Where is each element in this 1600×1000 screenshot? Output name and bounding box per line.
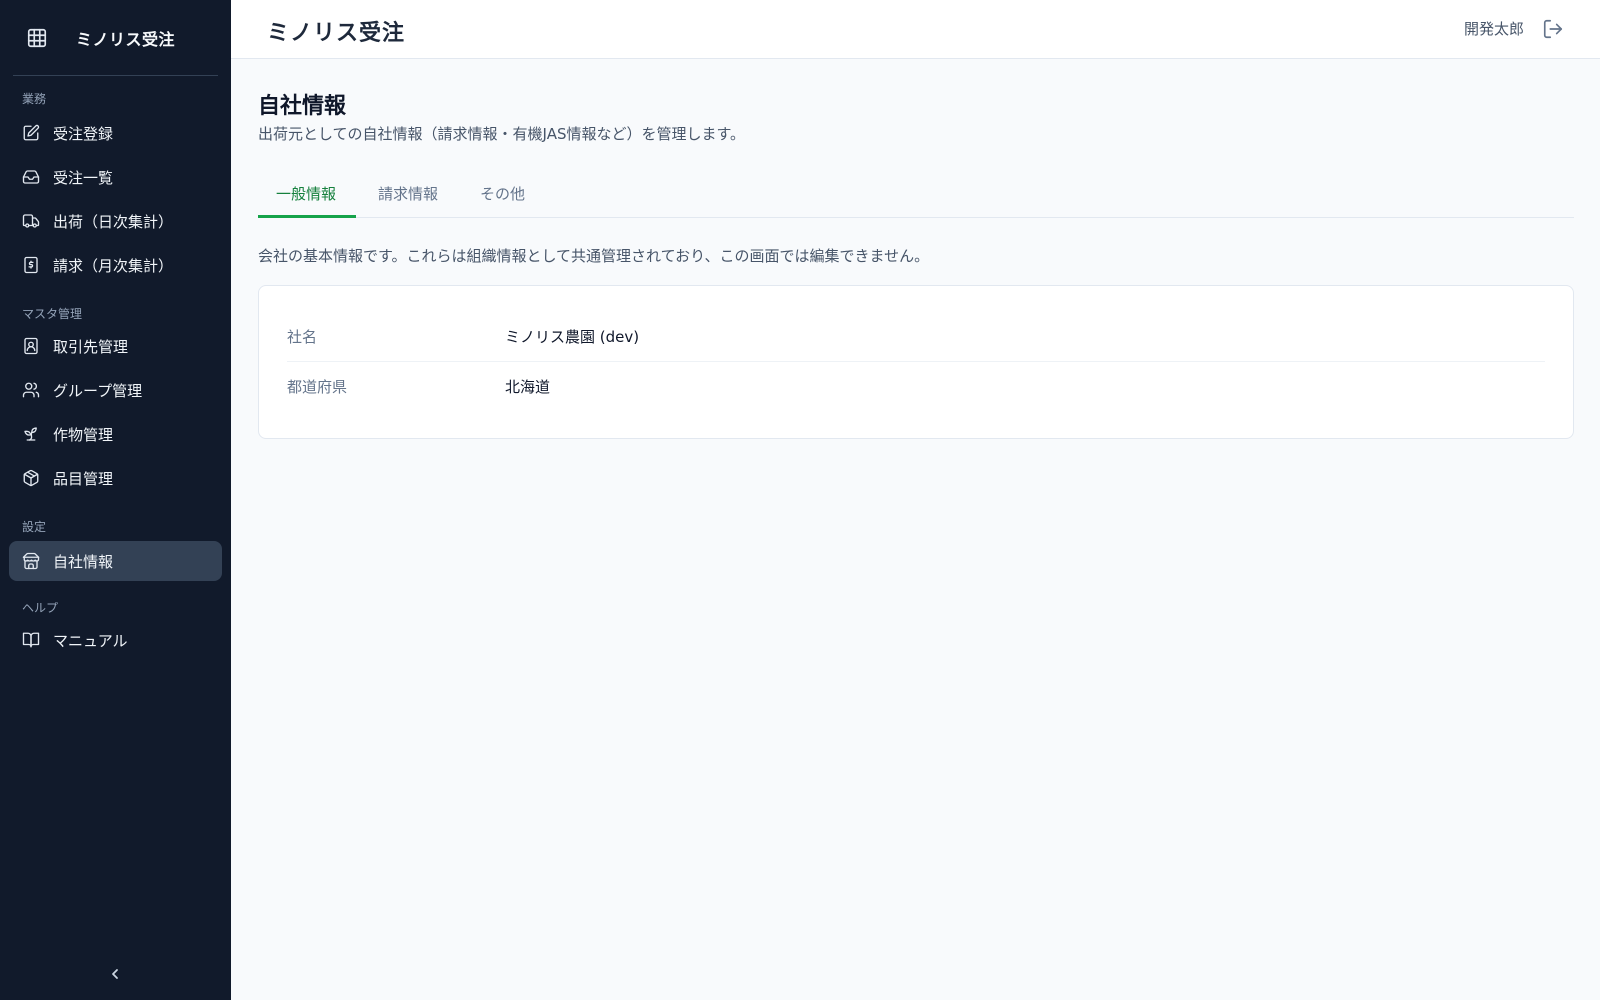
- logout-button[interactable]: [1542, 18, 1564, 40]
- edit-icon: [22, 124, 40, 142]
- sidebar-item-company-info[interactable]: 自社情報: [9, 541, 222, 581]
- field-label: 都道府県: [287, 378, 348, 396]
- field-row-company-name: 社名 ミノリス農園 (dev): [287, 312, 1545, 362]
- sidebar-item-customers[interactable]: 取引先管理: [9, 326, 222, 366]
- sidebar-item-products[interactable]: 品目管理: [9, 458, 222, 498]
- receipt-icon: [22, 256, 40, 274]
- sidebar-item-shipping[interactable]: 出荷（日次集計）: [9, 201, 222, 241]
- contact-icon: [22, 337, 40, 355]
- grid-icon[interactable]: [26, 27, 48, 49]
- field-value: ミノリス農園 (dev): [505, 328, 640, 346]
- field-row-prefecture: 都道府県 北海道: [287, 362, 1545, 412]
- sidebar-item-label: マニュアル: [53, 632, 128, 650]
- section-label-settings: 設定: [22, 520, 47, 534]
- sidebar-item-label: 請求（月次集計）: [53, 257, 174, 275]
- sidebar-divider: [13, 75, 218, 76]
- sidebar-item-order-entry[interactable]: 受注登録: [9, 113, 222, 153]
- sidebar: ミノリス受注 業務 受注登録 受注一覧 出荷（日次集計） 請求（月次集計） マス…: [0, 0, 231, 1000]
- section-label-master: マスタ管理: [22, 307, 83, 321]
- sidebar-item-crops[interactable]: 作物管理: [9, 414, 222, 454]
- tab-bar: 一般情報 請求情報 その他: [258, 172, 1574, 218]
- brand: ミノリス受注: [0, 0, 231, 74]
- package-icon: [22, 469, 40, 487]
- sidebar-item-billing[interactable]: 請求（月次集計）: [9, 245, 222, 285]
- logout-icon: [1542, 19, 1564, 44]
- section-label-help: ヘルプ: [22, 601, 59, 615]
- brand-title: ミノリス受注: [76, 30, 176, 49]
- book-icon: [22, 631, 40, 649]
- sidebar-item-label: 出荷（日次集計）: [53, 213, 174, 231]
- sidebar-item-groups[interactable]: グループ管理: [9, 370, 222, 410]
- field-value: 北海道: [505, 378, 551, 396]
- sprout-icon: [22, 425, 40, 443]
- sidebar-item-order-list[interactable]: 受注一覧: [9, 157, 222, 197]
- app-title: ミノリス受注: [267, 21, 406, 46]
- chevron-left-icon: [103, 969, 127, 990]
- sidebar-item-label: 自社情報: [53, 553, 114, 571]
- sidebar-item-label: 取引先管理: [53, 338, 129, 356]
- truck-icon: [22, 212, 40, 230]
- collapse-sidebar-button[interactable]: [103, 962, 127, 986]
- sidebar-item-label: 受注登録: [53, 125, 114, 143]
- company-info-card: 社名 ミノリス農園 (dev) 都道府県 北海道: [258, 285, 1574, 439]
- inbox-icon: [22, 168, 40, 186]
- tab-general[interactable]: 一般情報: [276, 183, 336, 204]
- field-label: 社名: [287, 328, 318, 346]
- section-label-business: 業務: [22, 92, 47, 106]
- info-text: 会社の基本情報です。これらは組織情報として共通管理されており、この画面では編集で…: [258, 247, 930, 265]
- user-name: 開発太郎: [1463, 20, 1524, 38]
- tab-billing[interactable]: 請求情報: [378, 183, 438, 204]
- sidebar-item-manual[interactable]: マニュアル: [9, 620, 222, 660]
- top-header: ミノリス受注 開発太郎: [231, 0, 1600, 59]
- sidebar-item-label: グループ管理: [53, 382, 143, 400]
- store-icon: [22, 552, 40, 570]
- page-title: 自社情報: [258, 94, 347, 119]
- sidebar-item-label: 品目管理: [53, 470, 114, 488]
- page-description: 出荷元としての自社情報（請求情報・有機JAS情報など）を管理します。: [258, 125, 745, 143]
- sidebar-item-label: 作物管理: [53, 426, 114, 444]
- active-tab-indicator: [258, 215, 356, 218]
- users-icon: [22, 381, 40, 399]
- tab-other[interactable]: その他: [480, 183, 525, 204]
- sidebar-item-label: 受注一覧: [53, 169, 114, 187]
